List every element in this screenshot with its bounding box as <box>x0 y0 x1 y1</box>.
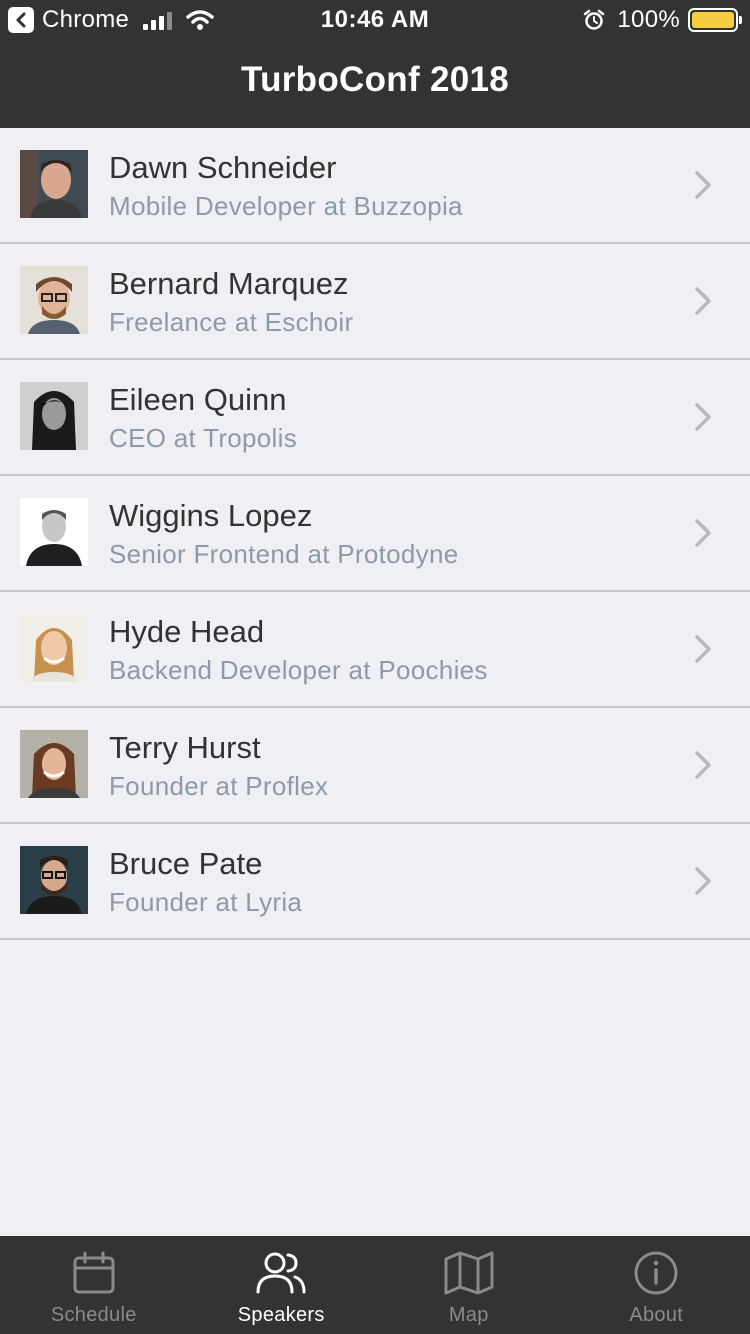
tab-map[interactable]: Map <box>375 1236 563 1334</box>
speaker-role: CEO at Tropolis <box>109 423 298 453</box>
navigation-bar: TurboConf 2018 <box>0 40 750 128</box>
speaker-role: Backend Developer at Poochies <box>109 655 488 685</box>
speaker-row[interactable]: Hyde Head Backend Developer at Poochies <box>0 592 750 708</box>
chevron-right-icon <box>695 867 711 895</box>
alarm-clock-icon <box>584 9 605 30</box>
speakers-list: Dawn Schneider Mobile Developer at Buzzo… <box>0 128 750 940</box>
speaker-role: Freelance at Eschoir <box>109 307 354 337</box>
speaker-row[interactable]: Terry Hurst Founder at Proflex <box>0 708 750 824</box>
map-icon <box>444 1251 494 1295</box>
speaker-role: Mobile Developer at Buzzopia <box>109 191 463 221</box>
speaker-row[interactable]: Eileen Quinn CEO at Tropolis <box>0 360 750 476</box>
calendar-icon <box>73 1251 115 1294</box>
tab-label: Map <box>448 1304 489 1326</box>
chevron-right-icon <box>695 287 711 315</box>
people-icon <box>256 1252 306 1294</box>
speaker-row[interactable]: Wiggins Lopez Senior Frontend at Protody… <box>0 476 750 592</box>
tab-label: Speakers <box>237 1304 325 1326</box>
speaker-name: Dawn Schneider <box>109 150 337 185</box>
speaker-row[interactable]: Bruce Pate Founder at Lyria <box>0 824 750 940</box>
tab-bar: Schedule Speakers Map About <box>0 1236 750 1334</box>
speaker-name: Bruce Pate <box>109 846 263 881</box>
avatar <box>20 846 88 914</box>
avatar <box>20 730 88 798</box>
speaker-name: Hyde Head <box>109 614 265 649</box>
tab-label: About <box>629 1304 684 1326</box>
speaker-name: Wiggins Lopez <box>109 498 313 533</box>
status-bar: Chrome 10:46 AM 100% <box>0 0 750 40</box>
speaker-row[interactable]: Bernard Marquez Freelance at Eschoir <box>0 244 750 360</box>
speaker-role: Founder at Lyria <box>109 887 303 917</box>
page-title: TurboConf 2018 <box>240 60 510 99</box>
avatar <box>20 614 88 682</box>
avatar <box>20 266 88 334</box>
tab-speakers[interactable]: Speakers <box>188 1236 376 1334</box>
tab-schedule[interactable]: Schedule <box>0 1236 188 1334</box>
avatar <box>20 382 88 450</box>
speaker-role: Senior Frontend at Protodyne <box>109 539 459 569</box>
chevron-right-icon <box>695 519 711 547</box>
tab-about[interactable]: About <box>563 1236 750 1334</box>
chevron-right-icon <box>695 403 711 431</box>
battery-icon <box>688 8 742 32</box>
speaker-name: Bernard Marquez <box>109 266 349 301</box>
speaker-row[interactable]: Dawn Schneider Mobile Developer at Buzzo… <box>0 128 750 244</box>
chevron-right-icon <box>695 751 711 779</box>
info-icon <box>634 1251 678 1295</box>
speaker-role: Founder at Proflex <box>109 771 329 801</box>
speaker-name: Terry Hurst <box>109 730 261 765</box>
avatar <box>20 150 88 218</box>
speaker-name: Eileen Quinn <box>109 382 287 417</box>
chevron-right-icon <box>695 171 711 199</box>
chevron-right-icon <box>695 635 711 663</box>
tab-label: Schedule <box>50 1304 137 1326</box>
battery-percent: 100% <box>617 6 680 33</box>
avatar <box>20 498 88 566</box>
